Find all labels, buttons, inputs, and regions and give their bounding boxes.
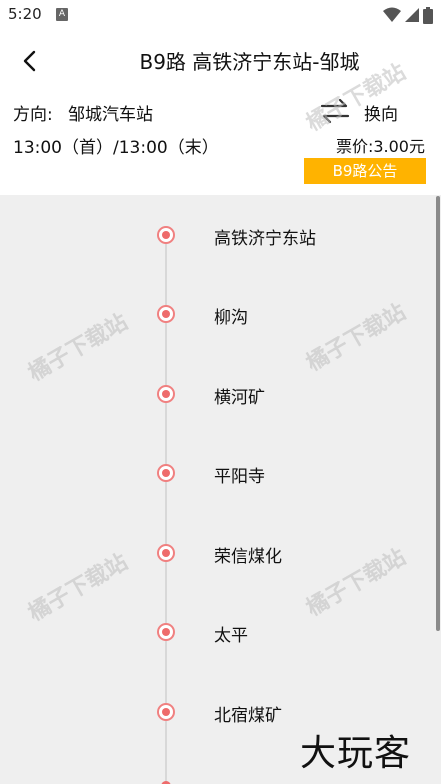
stop-name: 北宿煤矿 [214,706,282,726]
direction-value: 邹城汽车站 [68,105,153,125]
stop-marker-icon [157,623,175,641]
stop-name: 荣信煤化 [214,547,282,567]
status-bar: 5:20 A [0,0,441,30]
stop-marker-icon [157,464,175,482]
stop-item[interactable]: 荣信煤化 [0,533,430,573]
status-time: 5:20 [8,5,42,23]
stop-marker-icon [157,544,175,562]
stop-item[interactable]: 高铁济宁东站 [0,215,430,255]
wifi-icon [383,7,401,22]
battery-icon [423,6,433,24]
back-button[interactable] [14,46,46,76]
stop-item[interactable]: 柳沟 [0,294,430,334]
direction-label: 方向: [13,105,53,125]
stop-name: 平阳寺 [214,467,265,487]
stop-item[interactable]: 太平 [0,612,430,652]
stop-name: 高铁济宁东站 [214,229,316,249]
stop-name: 太平 [214,626,248,646]
route-notice-button[interactable]: B9路公告 [304,158,426,184]
swap-direction-label[interactable]: 换向 [364,100,398,125]
stop-list: 高铁济宁东站 柳沟 横河矿 平阳寺 荣信煤化 太平 北宿煤矿 [0,195,441,784]
stop-marker-icon [157,385,175,403]
scrollbar[interactable] [436,196,440,631]
notification-icon: A [56,8,68,21]
stop-item[interactable]: 平阳寺 [0,453,430,493]
swap-arrows-icon [320,98,350,124]
page-title: B9路 高铁济宁东站-邹城 [139,50,360,74]
site-logo: 大玩客 [300,733,412,774]
stop-name: 横河矿 [214,388,265,408]
swap-direction-button[interactable] [318,96,352,126]
arrow-left-icon [23,50,36,72]
stop-marker-icon [157,226,175,244]
fare-label: 票价:3.00元 [335,137,425,156]
signal-icon [405,8,419,22]
stop-name: 柳沟 [214,308,248,328]
service-time: 13:00（首）/13:00（末） [13,138,219,158]
stop-marker-icon [157,305,175,323]
status-icons [383,5,433,25]
stop-item[interactable]: 横河矿 [0,374,430,414]
stop-marker-icon [157,703,175,721]
route-header: B9路 高铁济宁东站-邹城 方向: 邹城汽车站 换向 13:00（首）/13:0… [0,30,441,195]
